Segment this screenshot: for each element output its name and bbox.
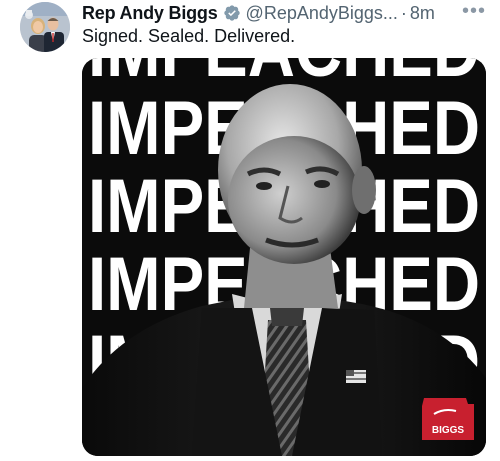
author-handle[interactable]: @RepAndyBiggs... — [246, 3, 398, 24]
logo-label: BIGGS — [432, 425, 465, 436]
tweet: Rep Andy Biggs @RepAndyBiggs... · 8m •••… — [0, 0, 500, 461]
author-avatar[interactable] — [20, 2, 70, 52]
more-options-icon[interactable]: ••• — [462, 0, 486, 23]
avatar-photo — [20, 2, 70, 52]
separator-dot: · — [400, 2, 407, 23]
tweet-text: Signed. Sealed. Delivered. — [82, 26, 296, 46]
author-name[interactable]: Rep Andy Biggs — [82, 3, 218, 24]
impeached-graphic: IMPEACHED IMPEACHED IMPEACHED IMPEACHED … — [82, 58, 486, 456]
tweet-image[interactable]: IMPEACHED IMPEACHED IMPEACHED IMPEACHED … — [82, 58, 486, 456]
biggs-logo: BIGGS — [422, 398, 474, 440]
verified-badge-icon — [223, 5, 240, 21]
tweet-header: Rep Andy Biggs @RepAndyBiggs... · 8m ••• — [82, 0, 486, 24]
post-timestamp[interactable]: 8m — [410, 3, 435, 24]
